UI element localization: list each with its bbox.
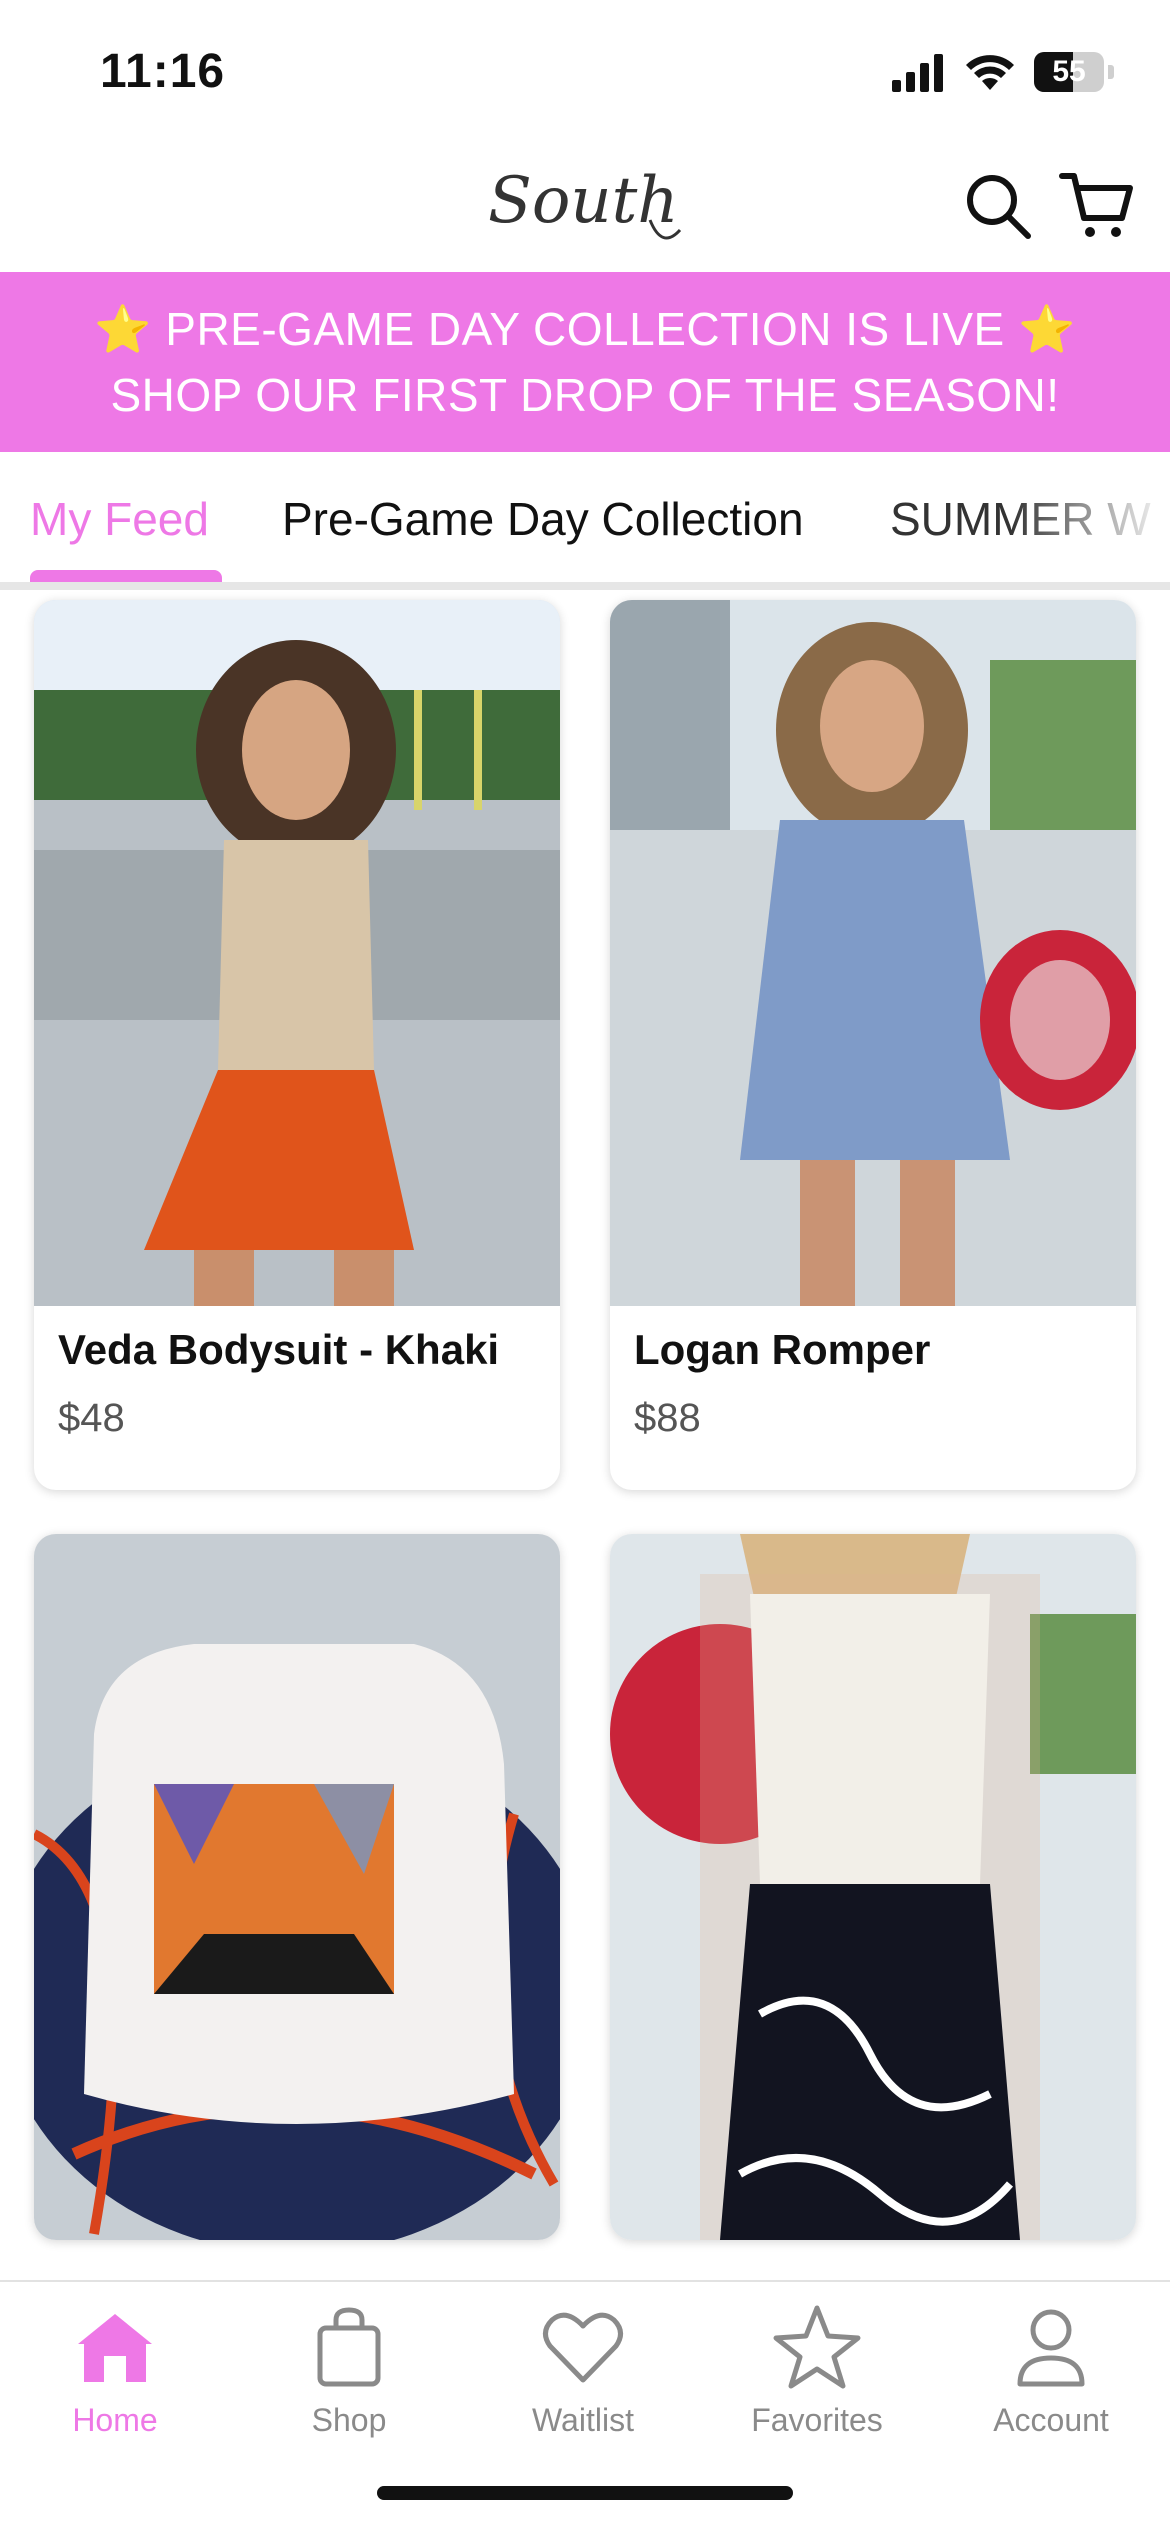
wifi-icon: [966, 55, 1014, 90]
promo-headline: PRE-GAME DAY COLLECTION IS LIVE: [165, 303, 1005, 355]
product-price: $48: [58, 1396, 125, 1440]
status-time: 11:16: [100, 45, 226, 98]
nav-favorites-label: Favorites: [751, 2402, 883, 2438]
battery-level: 55: [1052, 55, 1086, 88]
active-tab-indicator: [30, 570, 222, 582]
product-card[interactable]: [610, 1534, 1136, 2240]
product-image[interactable]: [610, 600, 1136, 1306]
cart-icon[interactable]: [1056, 166, 1136, 246]
nav-home[interactable]: Home: [15, 2302, 215, 2439]
status-bar: 11:16 55: [0, 0, 1170, 140]
product-image[interactable]: [34, 1534, 560, 2240]
product-info: Veda Bodysuit - Khaki $48: [34, 1306, 560, 1490]
nav-shop[interactable]: Shop: [249, 2302, 449, 2439]
star-emoji-icon: ⭐: [94, 303, 152, 355]
product-card[interactable]: Veda Bodysuit - Khaki $48: [34, 600, 560, 1490]
home-indicator[interactable]: [377, 2486, 793, 2500]
star-emoji-icon: ⭐: [1018, 303, 1076, 355]
app-header: South: [0, 140, 1170, 272]
product-image[interactable]: [34, 600, 560, 1306]
star-icon: [773, 2305, 861, 2389]
tabs-fade: [1010, 452, 1170, 582]
shopping-bag-icon: [317, 2307, 381, 2387]
user-icon: [1017, 2309, 1085, 2387]
nav-account[interactable]: Account: [951, 2302, 1151, 2439]
promo-line-2: SHOP OUR FIRST DROP OF THE SEASON!: [110, 369, 1060, 421]
status-icons: 55: [890, 52, 1114, 92]
product-info: Logan Romper $88: [610, 1306, 1136, 1490]
product-price: $88: [634, 1396, 701, 1440]
category-tabs: My Feed Pre-Game Day Collection SUMMER W: [0, 452, 1170, 590]
product-image[interactable]: [610, 1534, 1136, 2240]
cellular-signal-icon: [892, 54, 943, 92]
nav-waitlist[interactable]: Waitlist: [483, 2302, 683, 2439]
brand-logo[interactable]: South: [480, 150, 690, 260]
nav-home-label: Home: [72, 2402, 158, 2438]
home-icon: [78, 2314, 152, 2382]
nav-shop-label: Shop: [311, 2402, 387, 2438]
heart-icon: [543, 2312, 623, 2383]
tab-my-feed[interactable]: My Feed: [30, 492, 209, 546]
tab-pre-game-day-collection[interactable]: Pre-Game Day Collection: [282, 492, 804, 546]
logo-text: South: [488, 164, 679, 238]
product-card[interactable]: Logan Romper $88: [610, 600, 1136, 1490]
promo-line-1: ⭐ PRE-GAME DAY COLLECTION IS LIVE ⭐: [0, 296, 1170, 362]
nav-waitlist-label: Waitlist: [532, 2402, 634, 2438]
battery-cap: [1108, 65, 1114, 79]
product-name: Veda Bodysuit - Khaki: [58, 1326, 500, 1373]
battery-icon: 55: [1034, 52, 1104, 92]
promo-banner[interactable]: ⭐ PRE-GAME DAY COLLECTION IS LIVE ⭐ SHOP…: [0, 272, 1170, 452]
nav-favorites[interactable]: Favorites: [717, 2302, 917, 2439]
search-icon[interactable]: [958, 166, 1038, 246]
product-card[interactable]: [34, 1534, 560, 2240]
nav-account-label: Account: [993, 2402, 1109, 2438]
product-name: Logan Romper: [634, 1326, 931, 1373]
